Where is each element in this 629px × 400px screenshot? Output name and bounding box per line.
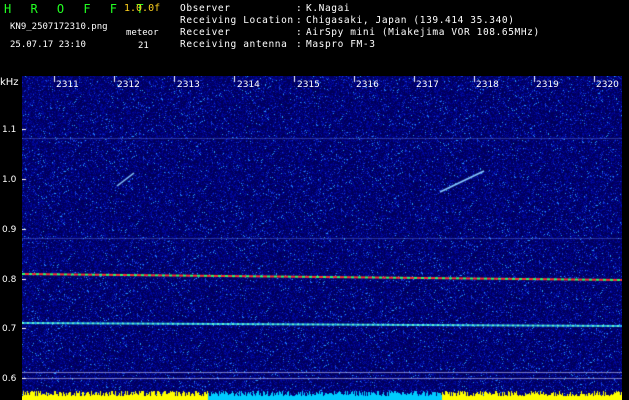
y-tick-label: 0.9 bbox=[2, 225, 17, 235]
x-tick-label: 2311 bbox=[56, 80, 79, 90]
receiver-value: AirSpy mini (Miakejima VOR 108.65MHz) bbox=[306, 27, 540, 38]
x-tick-label: 2315 bbox=[297, 80, 320, 90]
antenna-label: Receiving antenna bbox=[180, 39, 288, 50]
y-tick-label: 1.0 bbox=[2, 175, 17, 185]
spectrogram-canvas bbox=[22, 76, 622, 400]
receiver-label: Receiver bbox=[180, 27, 231, 38]
y-tick-label: 0.6 bbox=[2, 374, 17, 384]
frequency-unit-label: kHz bbox=[0, 77, 19, 88]
location-label: Receiving Location bbox=[180, 15, 294, 26]
colon: : bbox=[296, 3, 303, 14]
x-tick-label: 2320 bbox=[596, 80, 619, 90]
colon: : bbox=[296, 15, 303, 26]
x-tick-label: 2312 bbox=[117, 80, 140, 90]
meteor-count: 21 bbox=[138, 41, 149, 51]
antenna-value: Maspro FM-3 bbox=[306, 39, 376, 50]
location-value: Chigasaki, Japan (139.414 35.340) bbox=[306, 15, 515, 26]
filename-label: KN9_2507172310.png bbox=[10, 22, 108, 32]
y-tick-label: 0.7 bbox=[2, 324, 17, 334]
colon: : bbox=[296, 27, 303, 38]
version-label: 1.0.0f bbox=[124, 3, 161, 14]
y-tick-label: 1.1 bbox=[2, 125, 17, 135]
observer-label: Observer bbox=[180, 3, 231, 14]
x-tick-label: 2318 bbox=[476, 80, 499, 90]
x-tick-label: 2316 bbox=[356, 80, 379, 90]
x-tick-label: 2319 bbox=[536, 80, 559, 90]
x-tick-label: 2317 bbox=[416, 80, 439, 90]
colon: : bbox=[296, 39, 303, 50]
x-tick-label: 2313 bbox=[177, 80, 200, 90]
y-tick-label: 0.8 bbox=[2, 275, 17, 285]
mode-label: meteor bbox=[126, 28, 159, 38]
datetime-label: 25.07.17 23:10 bbox=[10, 40, 86, 50]
observer-value: K.Nagai bbox=[306, 3, 351, 14]
x-tick-label: 2314 bbox=[237, 80, 260, 90]
